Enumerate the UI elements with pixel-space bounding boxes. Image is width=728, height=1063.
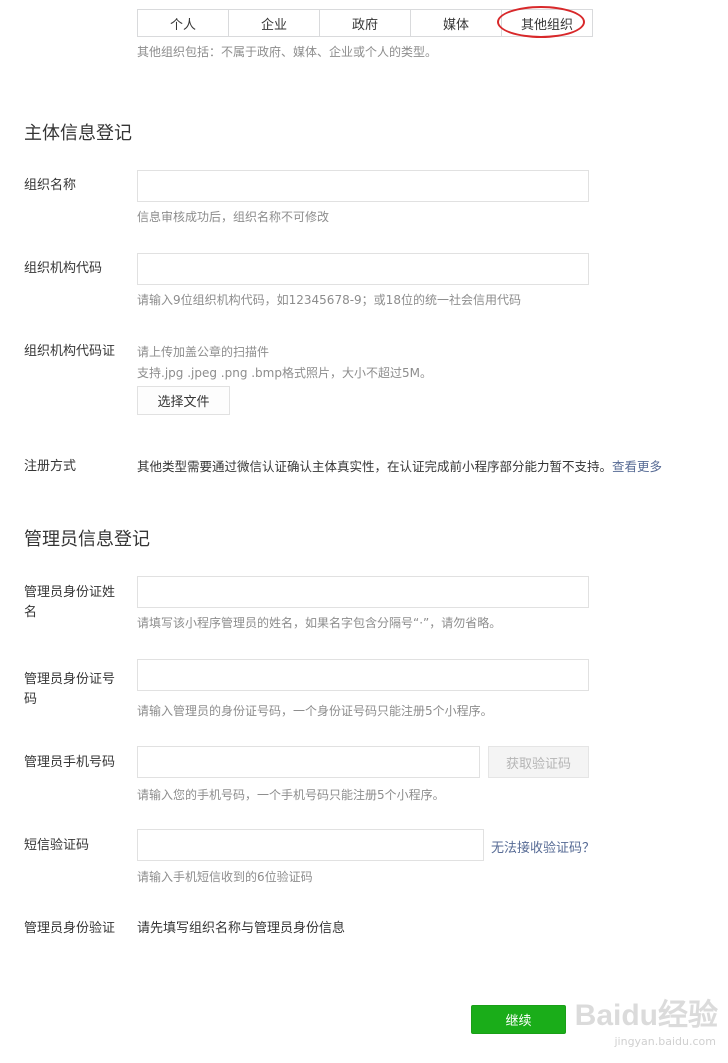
org-code-hint: 请输入9位组织机构代码，如12345678-9；或18位的统一社会信用代码 (137, 293, 521, 307)
tab-personal[interactable]: 个人 (138, 10, 229, 36)
admin-verify-text: 请先填写组织名称与管理员身份信息 (137, 921, 346, 936)
admin-name-input[interactable] (137, 576, 589, 608)
continue-button[interactable]: 继续 (471, 1005, 566, 1034)
tab-media[interactable]: 媒体 (411, 10, 502, 36)
tab-other-organization[interactable]: 其他组织 (502, 10, 592, 36)
register-method-description: 其他类型需要通过微信认证确认主体真实性，在认证完成前小程序部分能力暂不支持。 (137, 459, 613, 474)
org-certificate-hint-format: 支持.jpg .jpeg .png .bmp格式照片，大小不超过5M。 (137, 366, 432, 380)
org-code-label: 组织机构代码 (24, 261, 103, 276)
admin-id-label: 管理员身份证号码 (24, 672, 116, 707)
tab-enterprise[interactable]: 企业 (229, 10, 320, 36)
org-certificate-hint-upload: 请上传加盖公章的扫描件 (137, 345, 270, 359)
admin-phone-label: 管理员手机号码 (24, 755, 116, 770)
see-more-link[interactable]: 查看更多 (612, 459, 662, 474)
baidu-watermark: Baidu经验 (574, 999, 718, 1032)
org-name-input[interactable] (137, 170, 589, 202)
cannot-receive-code-link[interactable]: 无法接收验证码？ (491, 837, 595, 856)
admin-id-hint: 请输入管理员的身份证号码，一个身份证号码只能注册5个小程序。 (137, 704, 493, 718)
section-title-subject: 主体信息登记 (24, 123, 132, 144)
get-code-button[interactable]: 获取验证码 (488, 746, 589, 778)
admin-name-label: 管理员身份证姓名 (24, 585, 116, 620)
org-code-input[interactable] (137, 253, 589, 285)
type-hint: 其他组织包括：不属于政府、媒体、企业或个人的类型。 (137, 45, 438, 59)
register-method-label: 注册方式 (24, 459, 77, 474)
org-name-label: 组织名称 (24, 178, 77, 193)
baidu-watermark-url: jingyan.baidu.com (614, 1035, 716, 1048)
admin-id-input[interactable] (137, 659, 589, 691)
tab-government[interactable]: 政府 (320, 10, 411, 36)
admin-name-hint: 请填写该小程序管理员的姓名，如果名字包含分隔号“·”，请勿省略。 (137, 616, 502, 630)
admin-phone-hint: 请输入您的手机号码，一个手机号码只能注册5个小程序。 (137, 788, 445, 802)
sms-code-hint: 请输入手机短信收到的6位验证码 (137, 870, 313, 884)
org-certificate-label: 组织机构代码证 (24, 344, 116, 359)
section-title-admin: 管理员信息登记 (24, 529, 150, 550)
admin-verify-label: 管理员身份验证 (24, 921, 116, 936)
org-name-hint: 信息审核成功后，组织名称不可修改 (137, 210, 330, 224)
sms-code-input[interactable] (137, 829, 484, 861)
account-type-tabs: 个人 企业 政府 媒体 其他组织 (137, 9, 593, 37)
choose-file-button[interactable]: 选择文件 (137, 386, 230, 415)
register-method-text: 其他类型需要通过微信认证确认主体真实性，在认证完成前小程序部分能力暂不支持。查看… (137, 457, 662, 477)
admin-phone-input[interactable] (137, 746, 480, 778)
sms-code-label: 短信验证码 (24, 838, 90, 853)
